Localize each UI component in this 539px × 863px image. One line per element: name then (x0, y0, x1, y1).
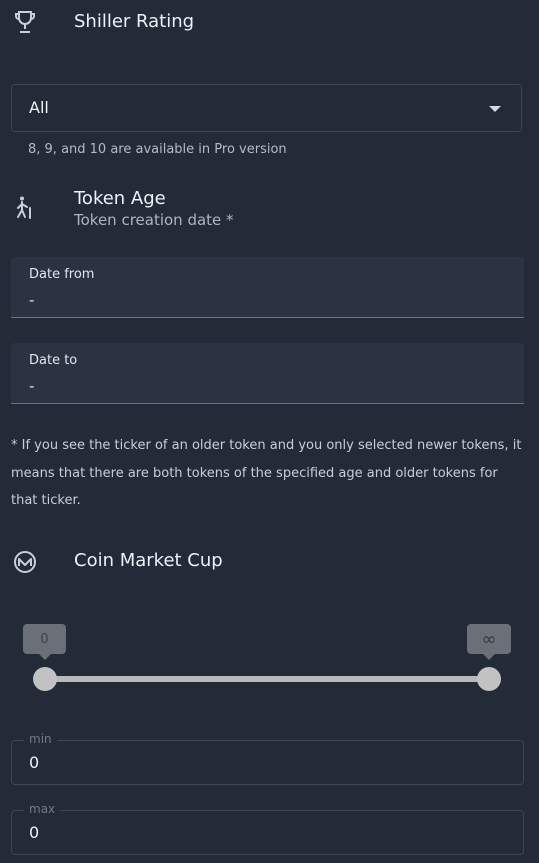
slider-min-thumb[interactable] (33, 667, 57, 691)
trophy-icon (12, 8, 38, 36)
pro-version-helper: 8, 9, and 10 are available in Pro versio… (28, 142, 287, 157)
date-from-label: Date from (29, 267, 95, 282)
chevron-down-icon (489, 106, 501, 112)
date-to-value: - (29, 377, 35, 395)
date-to-label: Date to (29, 353, 78, 368)
slider-max-tooltip: ∞ (467, 624, 511, 660)
max-value: 0 (29, 823, 40, 842)
token-age-subtitle: Token creation date * (74, 211, 234, 229)
min-input[interactable]: min 0 (11, 732, 524, 785)
shiller-rating-title: Shiller Rating (74, 11, 195, 32)
token-age-title: Token Age (74, 188, 166, 209)
date-from-value: - (29, 291, 35, 309)
max-legend: max (24, 802, 61, 816)
coinmarketcap-icon (12, 548, 38, 576)
max-input[interactable]: max 0 (11, 802, 524, 855)
market-cap-slider-track[interactable] (44, 676, 490, 682)
slider-min-tooltip: 0 (23, 624, 66, 660)
token-age-note: * If you see the ticker of an older toke… (11, 438, 522, 508)
market-cap-title: Coin Market Cup (74, 550, 223, 571)
select-value: All (29, 98, 49, 117)
slider-max-label: ∞ (481, 628, 497, 650)
walking-elder-icon (12, 194, 38, 222)
date-to-field[interactable]: Date to - (11, 343, 524, 404)
date-from-field[interactable]: Date from - (11, 257, 524, 318)
min-legend: min (24, 732, 57, 746)
slider-min-label: 0 (40, 631, 49, 647)
slider-max-thumb[interactable] (477, 667, 501, 691)
min-value: 0 (29, 753, 40, 772)
shiller-rating-select[interactable]: All (11, 84, 522, 132)
